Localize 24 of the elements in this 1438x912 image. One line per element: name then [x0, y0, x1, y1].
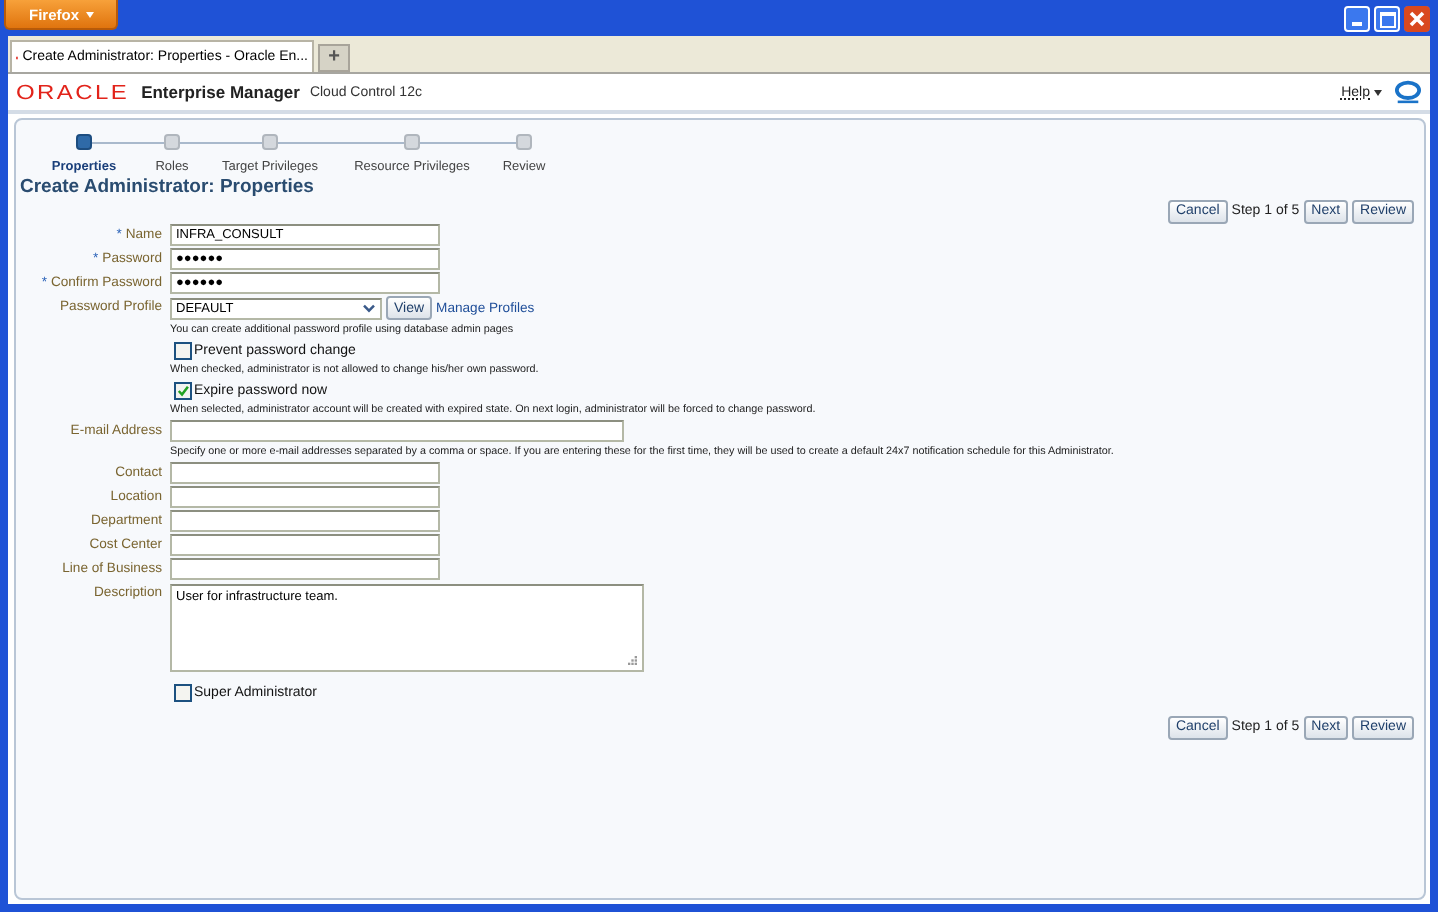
step-marker[interactable] — [262, 134, 278, 150]
checkbox[interactable] — [174, 683, 192, 701]
brand-logo: ORACLE — [16, 80, 130, 104]
step-marker[interactable] — [404, 134, 420, 150]
resize-grip-icon — [628, 656, 638, 666]
input-field[interactable] — [170, 534, 440, 556]
maximize-icon[interactable] — [1374, 6, 1400, 32]
product-name: Enterprise Manager — [141, 82, 300, 102]
checkbox[interactable] — [174, 381, 192, 399]
input-field[interactable] — [170, 420, 624, 442]
close-icon[interactable] — [1404, 6, 1430, 32]
checkbox[interactable] — [174, 341, 192, 359]
input-field[interactable] — [170, 462, 440, 484]
input-field[interactable] — [170, 486, 440, 508]
page-title: Create Administrator: Properties — [20, 176, 316, 198]
step-marker[interactable] — [516, 134, 532, 150]
minimize-icon[interactable] — [1344, 6, 1370, 32]
step-marker[interactable] — [76, 134, 92, 150]
caret-icon — [85, 11, 93, 17]
step-marker[interactable] — [164, 134, 180, 150]
ring-logo-icon — [1394, 80, 1422, 104]
input-field[interactable] — [170, 510, 440, 532]
new-tab-button[interactable]: + — [318, 44, 350, 72]
input-field[interactable] — [170, 558, 440, 580]
